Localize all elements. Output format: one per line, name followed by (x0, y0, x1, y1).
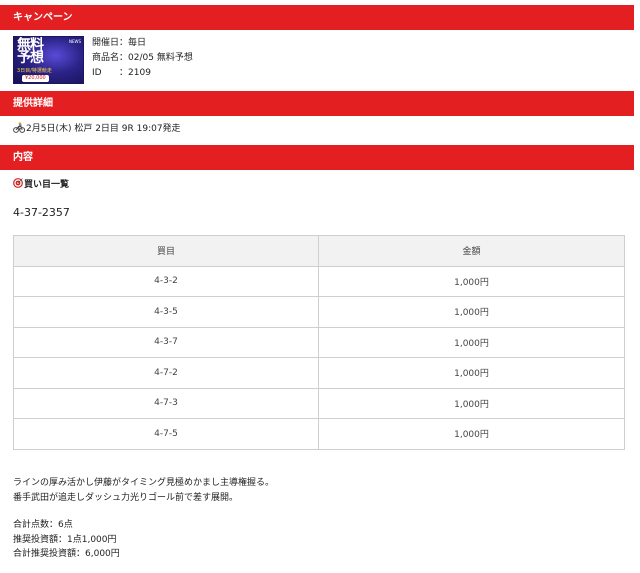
detail-section-header: 提供詳細 (0, 91, 634, 116)
comment-line: ラインの厚み活かし伊藤がタイミング見極めかまし主導権握る。 (13, 478, 275, 488)
cell-combination: 4-3-5 (13, 296, 319, 328)
campaign-section-header: キャンペーン (0, 5, 634, 30)
total-recommended-investment: 合計推奨投資額：6,000円 (13, 549, 120, 559)
totals-summary: 合計点数：6点 推奨投資額：1点1,000円 合計推奨投資額：6,000円 (13, 518, 120, 562)
race-detail: 2月5日(木) 松戸 2日目 9R 19:07発走 (13, 122, 181, 136)
header-amount: 金額 (318, 235, 625, 267)
meta-sep: ： (119, 38, 129, 48)
meta-sep: ： (119, 53, 129, 63)
meta-row-product: 商品名：02/05 無料予想 (92, 51, 193, 66)
cell-combination: 4-3-2 (13, 265, 319, 297)
campaign-card[interactable]: 無料 予想 3日目/特選競走 ¥20,000 NEWS 開催日：毎日 商品名：0… (13, 36, 623, 86)
bet-table: 買目 金額 4-3-2 1,000円 4-3-5 1,000円 4-3-7 1,… (13, 235, 625, 450)
bicycle-racer-icon (13, 122, 25, 133)
header-combination: 買目 (13, 235, 319, 267)
meta-value: 毎日 (128, 38, 147, 48)
cell-combination: 4-3-7 (13, 326, 319, 358)
meta-row-date: 開催日：毎日 (92, 36, 193, 51)
cell-combination: 4-7-3 (13, 387, 319, 419)
meta-sep: ： (119, 68, 129, 78)
cell-combination: 4-7-2 (13, 357, 319, 389)
comment-line: 番手武田が追走しダッシュ力光りゴール前で差す展開。 (13, 492, 239, 503)
table-row: 4-3-5 1,000円 (13, 296, 625, 328)
table-header-row: 買目 金額 (13, 235, 625, 267)
recommended-per-point: 推奨投資額：1点1,000円 (13, 534, 117, 545)
meta-value: 02/05 無料予想 (128, 53, 193, 63)
table-row: 4-3-7 1,000円 (13, 326, 625, 358)
buy-list-heading: 買い目一覧 (13, 178, 69, 192)
meta-key: ID (92, 68, 102, 78)
target-icon (13, 178, 23, 188)
thumbnail-subtitle: 3日目/特選競走 (17, 68, 52, 74)
meta-key: 開催日 (92, 38, 120, 48)
buy-list-heading-text: 買い目一覧 (24, 180, 70, 190)
table-row: 4-7-3 1,000円 (13, 387, 625, 419)
cell-amount: 1,000円 (318, 418, 625, 450)
race-detail-text: 2月5日(木) 松戸 2日目 9R 19:07発走 (26, 124, 181, 134)
combination-text: 4-37-2357 (13, 206, 70, 219)
cell-amount: 1,000円 (318, 387, 625, 419)
meta-key: 商品名 (92, 53, 120, 63)
thumbnail-title-line2: 予想 (17, 50, 44, 66)
content-section-header: 内容 (0, 145, 634, 170)
thumbnail-price: ¥20,000 (22, 75, 49, 82)
total-points: 合計点数：6点 (13, 520, 73, 530)
campaign-thumbnail[interactable]: 無料 予想 3日目/特選競走 ¥20,000 NEWS (13, 36, 84, 84)
table-row: 4-3-2 1,000円 (13, 265, 625, 297)
cell-amount: 1,000円 (318, 296, 625, 328)
campaign-meta: 開催日：毎日 商品名：02/05 無料予想 ID ：2109 (92, 36, 193, 81)
cell-amount: 1,000円 (318, 265, 625, 297)
cell-amount: 1,000円 (318, 357, 625, 389)
table-row: 4-7-2 1,000円 (13, 357, 625, 389)
meta-value: 2109 (128, 68, 151, 78)
cell-combination: 4-7-5 (13, 418, 319, 450)
cell-amount: 1,000円 (318, 326, 625, 358)
table-row: 4-7-5 1,000円 (13, 418, 625, 450)
prediction-comment: ラインの厚み活かし伊藤がタイミング見極めかまし主導権握る。 番手武田が追走しダッ… (13, 476, 274, 505)
thumbnail-badge: NEWS (68, 39, 81, 44)
meta-row-id: ID ：2109 (92, 66, 193, 81)
